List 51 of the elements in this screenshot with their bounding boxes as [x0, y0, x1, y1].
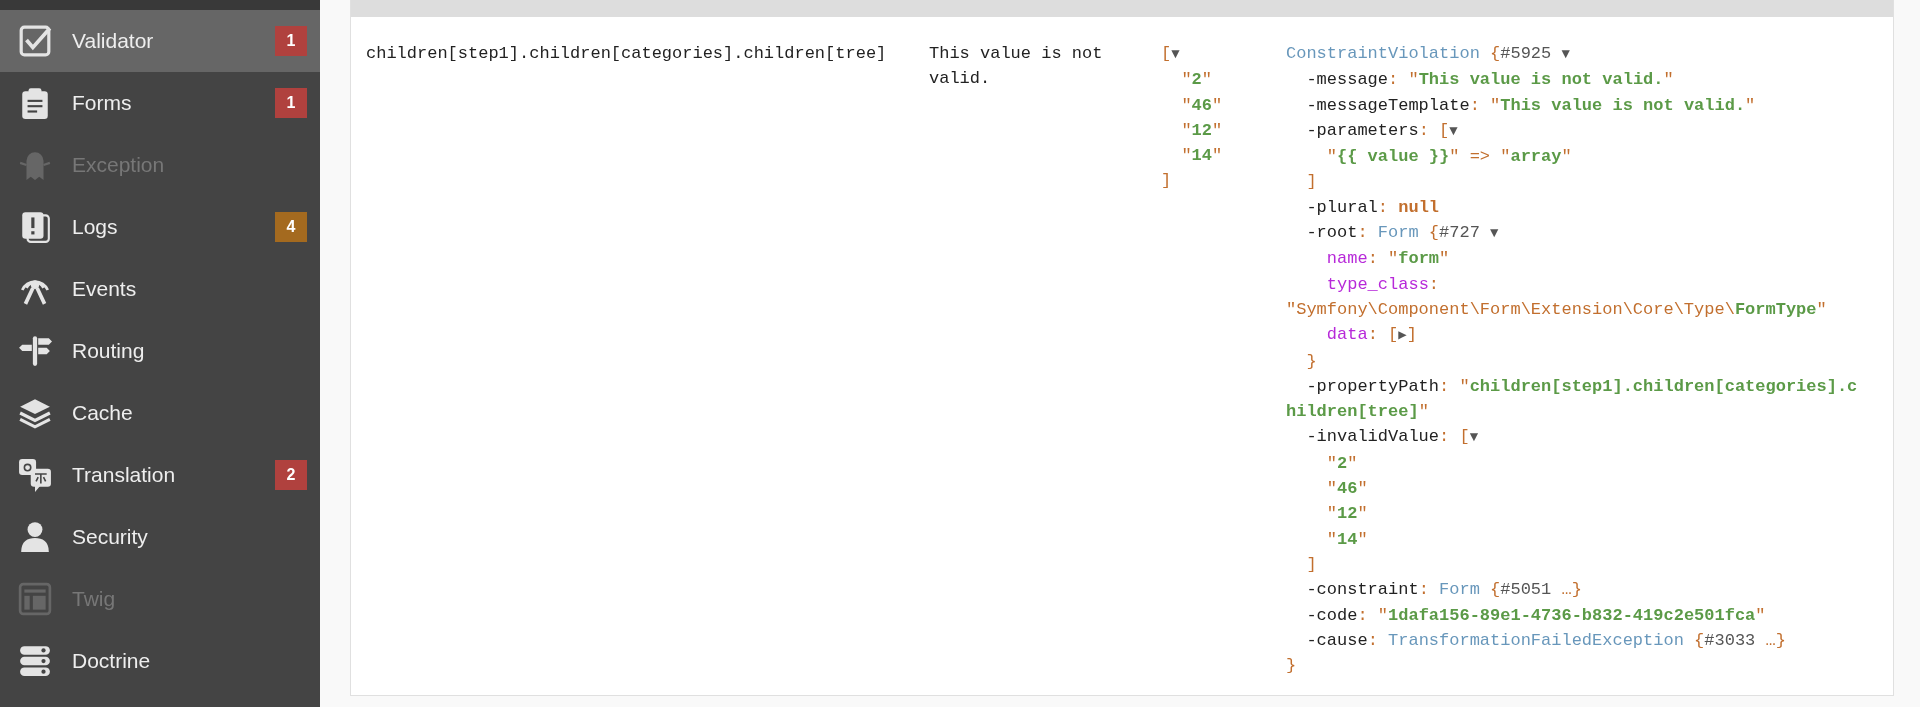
- sidebar-item[interactable]: Logs 4: [0, 196, 320, 258]
- dump-line: -parameters: [▼: [1305, 119, 1459, 142]
- dump-line: ]: [1305, 171, 1318, 194]
- dump-line: -constraint: Form {#5051 …}: [1305, 579, 1583, 602]
- table-cell-text: children[step1].children[categories].children[tree]: [366, 43, 888, 65]
- count-badge: 1: [275, 88, 307, 118]
- sidebar-item[interactable]: Routing: [0, 320, 320, 382]
- dump-line: "12": [1180, 119, 1224, 142]
- signpost-icon: [18, 334, 52, 368]
- dump-line: "{{ value }}" => "array": [1325, 146, 1573, 169]
- layout-icon: [18, 582, 52, 616]
- sidebar-item[interactable]: Cache: [0, 382, 320, 444]
- person-icon: [18, 520, 52, 554]
- sidebar-item[interactable]: Events: [0, 258, 320, 320]
- dump-line: ]: [1161, 170, 1173, 193]
- dump-line: data: [▶]: [1325, 324, 1418, 347]
- dump-line: -message: "This value is not valid.": [1305, 69, 1675, 92]
- dump-line: type_class: "Symfony\Component\Form\Extension\Core\Type\FormType": [1286, 273, 1828, 321]
- dump-line: "2": [1180, 69, 1213, 92]
- dump-line: "46": [1180, 94, 1224, 117]
- sidebar-item[interactable]: Translation 2: [0, 444, 320, 506]
- sidebar-item[interactable]: Security: [0, 506, 320, 568]
- dump-line: -plural: null: [1305, 196, 1441, 219]
- dump-line: "14": [1325, 528, 1369, 551]
- dump-line: ConstraintViolation {#5925 ▼: [1286, 43, 1571, 65]
- dump-line: }: [1305, 350, 1318, 373]
- dump-line: "12": [1325, 503, 1369, 526]
- server-icon: [18, 644, 52, 678]
- sidebar-item[interactable]: Validator 1: [0, 10, 320, 72]
- checkbox-icon: [18, 24, 52, 58]
- dump-line: "46": [1325, 478, 1369, 501]
- sidebar-item[interactable]: Forms 1: [0, 72, 320, 134]
- dump-line: }: [1286, 655, 1298, 678]
- dump-line: name: "form": [1325, 248, 1451, 271]
- sidebar-item[interactable]: Doctrine: [0, 630, 320, 692]
- translate-icon: [18, 458, 52, 492]
- count-badge: 2: [275, 460, 307, 490]
- dump-line: -code: "1dafa156-89e1-4736-b832-419c2e501fca": [1305, 604, 1767, 627]
- count-badge: 1: [275, 26, 307, 56]
- dump-line: -root: Form {#727 ▼: [1305, 222, 1500, 245]
- table-cell-text: This value is not valid.: [929, 43, 1104, 91]
- dump-line: -invalidValue: [▼: [1305, 426, 1480, 449]
- dump-line: -messageTemplate: "This value is not valid.": [1305, 94, 1757, 117]
- dump-line: ]: [1305, 553, 1318, 576]
- dump-line: [▼: [1161, 43, 1181, 65]
- layers-icon: [18, 396, 52, 430]
- dump-line: "2": [1325, 452, 1359, 475]
- count-badge: 4: [275, 212, 307, 242]
- dump-line: "14": [1180, 145, 1224, 168]
- dump-line: -cause: TransformationFailedException {#3033 …}: [1305, 629, 1787, 652]
- dump-line: -propertyPath: "children[step1].children[categories].children[tree]": [1286, 375, 1859, 424]
